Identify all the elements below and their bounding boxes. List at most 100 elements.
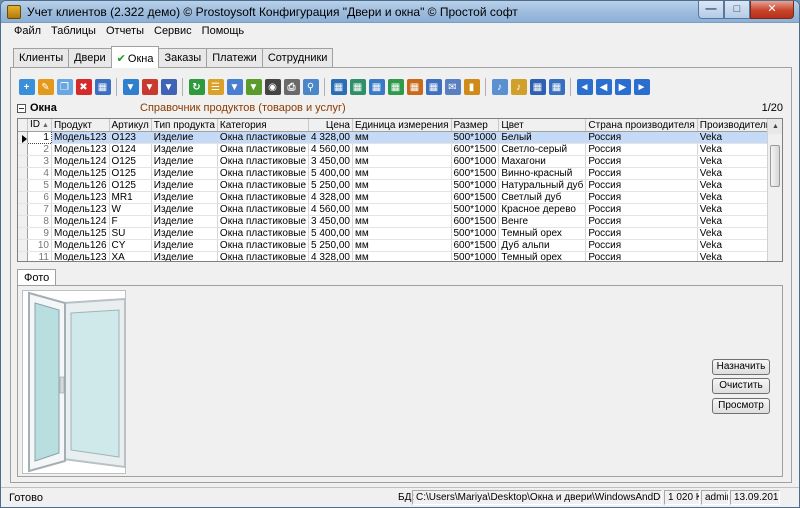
tab-orders[interactable]: Заказы [158,48,208,68]
close-button[interactable]: ✕ [750,1,794,19]
table-cell[interactable]: MR1 [109,191,152,204]
table-cell[interactable]: Дуб альпи [498,239,587,252]
table-cell[interactable]: 3 [27,155,52,168]
menu-tables[interactable]: Таблицы [46,23,101,41]
binoculars-icon[interactable]: ◉ [264,79,281,95]
table-cell[interactable]: Изделие [151,191,218,204]
table-cell[interactable]: Изделие [151,131,218,144]
menu-reports[interactable]: Отчеты [101,23,149,41]
mail-icon[interactable]: ✉ [444,79,461,95]
table-cell[interactable]: Окна пластиковые [217,239,310,252]
table-cell[interactable]: Светло-серый [498,143,587,156]
table-cell[interactable]: O125 [109,155,152,168]
table-cell[interactable]: Модель123 [51,251,110,261]
title-bar[interactable]: Учет клиентов (2.322 демо) © Prostoysoft… [1,1,799,23]
column-header[interactable]: Страна производителя [585,119,698,132]
table-cell[interactable]: CY [109,239,152,252]
table-cell[interactable]: 600*1500 [451,239,500,252]
table-cell[interactable]: мм [352,167,452,180]
chart-icon[interactable]: ▮ [463,79,480,95]
table-row[interactable]: 1 Модель123 O123 Изделие Окна пластиковые 4 3… [18,131,782,144]
table-cell[interactable]: 4 [27,167,52,180]
table-cell[interactable]: Модель125 [51,167,110,180]
collapse-icon[interactable] [17,104,26,113]
table-cell[interactable]: 5 250,00 [308,179,353,192]
column-header[interactable]: Размер [451,119,500,132]
last-record-icon[interactable]: ► [633,79,650,95]
menu-service[interactable]: Сервис [149,23,197,41]
clear-button[interactable]: Очистить [712,378,770,394]
table-cell[interactable]: 5 [27,179,52,192]
vertical-scrollbar[interactable]: ▲ [767,119,782,261]
filter-settings-icon[interactable]: ▼ [160,79,177,95]
table-cell[interactable]: 4 560,00 [308,203,353,216]
table-cell[interactable]: Veka [697,215,774,228]
column-header[interactable]: Продукт [51,119,110,132]
table-cell[interactable]: Veka [697,203,774,216]
table-cell[interactable]: Окна пластиковые [217,227,310,240]
table-cell[interactable]: 3 450,00 [308,155,353,168]
table-cell[interactable]: Окна пластиковые [217,251,310,261]
report-icon[interactable]: ▦ [406,79,423,95]
table-cell[interactable]: Veka [697,131,774,144]
table-cell[interactable]: Модель123 [51,131,110,144]
add-record-icon[interactable]: + [18,79,35,95]
table-cell[interactable]: Белый [498,131,587,144]
table-cell[interactable]: 600*1500 [451,215,500,228]
table-cell[interactable]: 6 [27,191,52,204]
table-cell[interactable]: O123 [109,131,152,144]
menu-file[interactable]: Файл [9,23,46,41]
delete-icon[interactable]: ✖ [75,79,92,95]
maximize-button[interactable]: □ [724,1,750,19]
print-icon[interactable]: ⎙ [283,79,300,95]
table-cell[interactable]: мм [352,251,452,261]
table-cell[interactable]: 500*1000 [451,203,500,216]
filter-icon[interactable]: ▼ [122,79,139,95]
column-header[interactable]: Цвет [498,119,587,132]
table-cell[interactable]: Veka [697,143,774,156]
table-cell[interactable]: Изделие [151,179,218,192]
scroll-up-icon[interactable]: ▲ [768,119,782,134]
table-cell[interactable]: 2 [27,143,52,156]
table-cell[interactable]: Изделие [151,227,218,240]
table-cell[interactable]: Темный орех [498,227,587,240]
table-cell[interactable]: мм [352,143,452,156]
scroll-thumb[interactable] [770,145,780,187]
table-cell[interactable]: 500*1000 [451,251,500,261]
table-cell[interactable]: Светлый дуб [498,191,587,204]
table-cell[interactable]: Россия [585,155,698,168]
table-cell[interactable]: 11 [27,251,52,261]
first-record-icon[interactable]: ◄ [576,79,593,95]
table-row[interactable]: 4 Модель125 O125 Изделие Окна пластиковые 5 4… [18,167,782,180]
copy-icon[interactable]: ❐ [56,79,73,95]
table-cell[interactable]: Венге [498,215,587,228]
table-cell[interactable]: 4 560,00 [308,143,353,156]
menu-help[interactable]: Помощь [197,23,250,41]
table-cell[interactable]: 600*1500 [451,143,500,156]
table-cell[interactable]: 4 328,00 [308,191,353,204]
table-cell[interactable]: Модель123 [51,191,110,204]
table-cell[interactable]: 8 [27,215,52,228]
table-cell[interactable]: Окна пластиковые [217,215,310,228]
table-row[interactable]: 10 Модель126 CY Изделие Окна пластиковые 5 25… [18,239,782,252]
table-cell[interactable]: Россия [585,215,698,228]
table-cell[interactable]: SU [109,227,152,240]
layout-icon[interactable]: ▦ [548,79,565,95]
table-cell[interactable]: 500*1000 [451,179,500,192]
table-cell[interactable]: Россия [585,251,698,261]
table-cell[interactable]: 600*1000 [451,155,500,168]
table-cell[interactable]: Россия [585,191,698,204]
table-cell[interactable]: Окна пластиковые [217,191,310,204]
table-cell[interactable]: Модель124 [51,155,110,168]
column-header[interactable]: Единица измерения [352,119,452,132]
table-cell[interactable]: мм [352,191,452,204]
table-cell[interactable]: 500*1000 [451,227,500,240]
products-grid[interactable]: ID ▲ Продукт Артикул Тип продукта Категория Це… [17,118,783,262]
table-cell[interactable]: Винно-красный [498,167,587,180]
table-cell[interactable]: Окна пластиковые [217,131,310,144]
assign-button[interactable]: Назначить [712,359,770,375]
table-cell[interactable]: Модель123 [51,203,110,216]
table-cell[interactable]: Изделие [151,203,218,216]
next-record-icon[interactable]: ▶ [614,79,631,95]
table-cell[interactable]: 7 [27,203,52,216]
